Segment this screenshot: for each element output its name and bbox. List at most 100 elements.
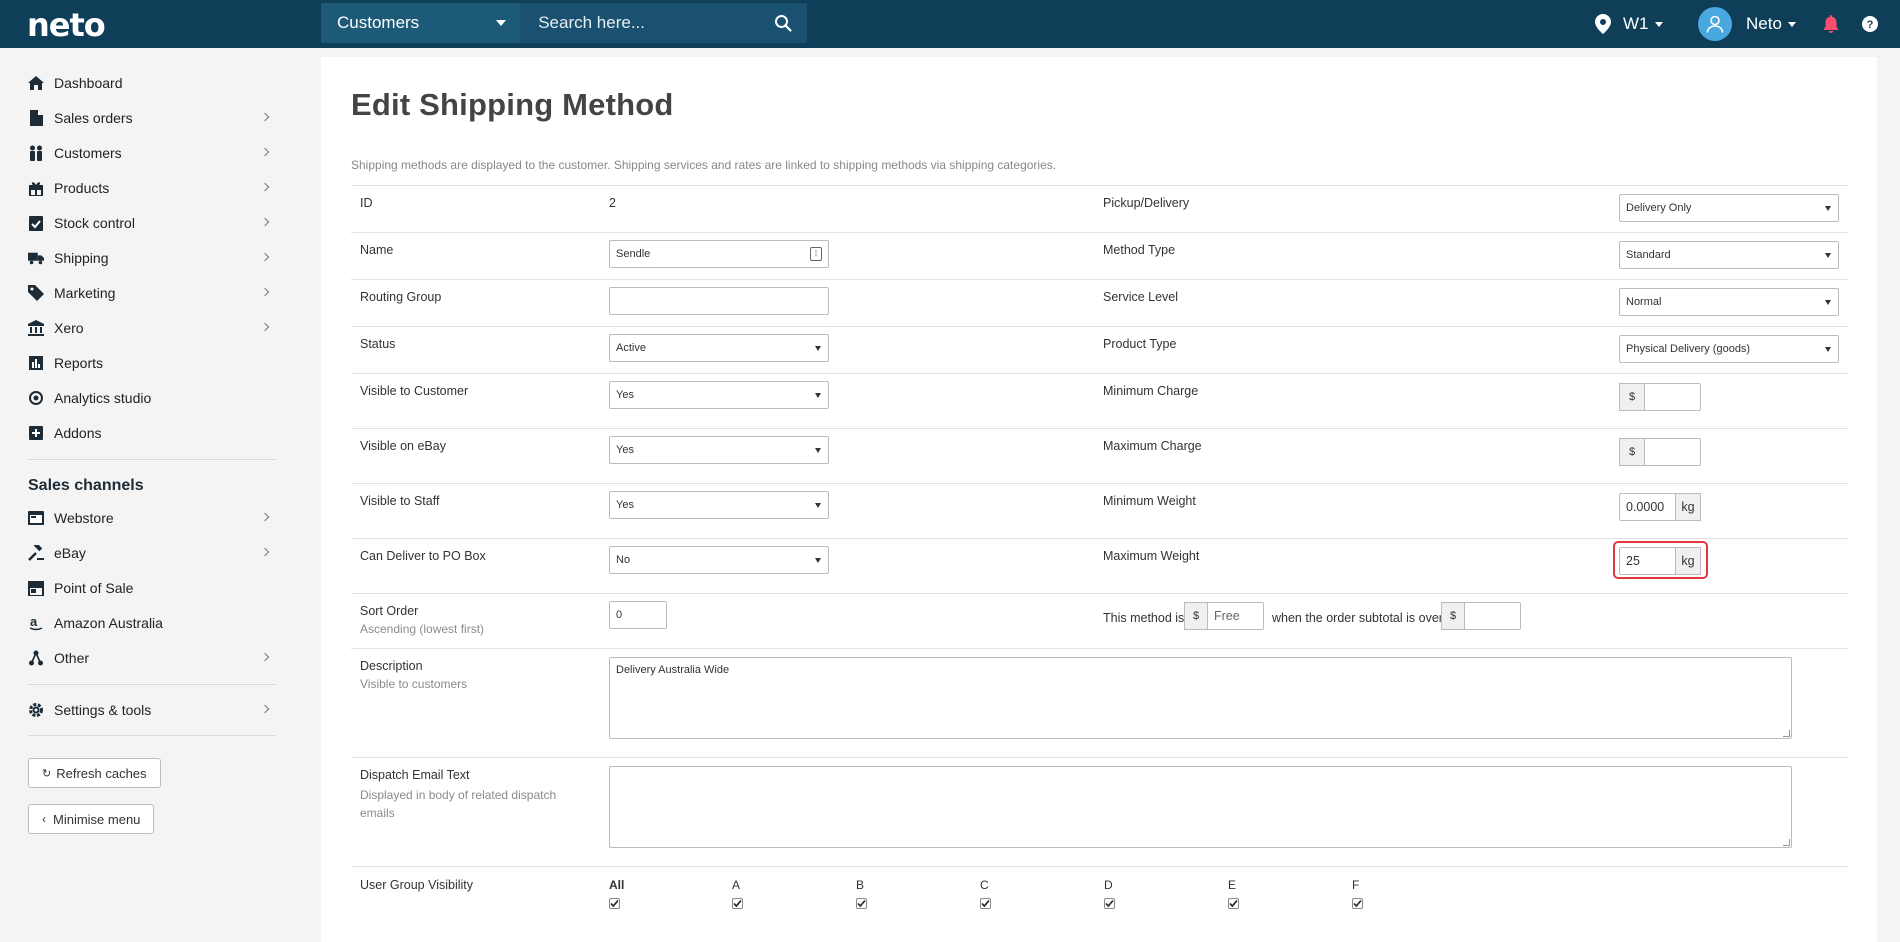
user-group-f-checkbox[interactable] xyxy=(1352,898,1363,909)
free-shipping-text-1: This method is xyxy=(1103,611,1185,625)
sidebar-divider xyxy=(28,459,276,460)
truck-icon xyxy=(28,250,44,266)
global-search: Customers xyxy=(321,3,807,43)
amazon-icon: a xyxy=(28,615,44,631)
currency-prefix: $ xyxy=(1619,438,1645,466)
sidebar-item-marketing[interactable]: Marketing xyxy=(28,279,276,307)
sidebar-item-stock-control[interactable]: Stock control xyxy=(28,209,276,237)
row-divider xyxy=(351,866,1848,867)
sidebar-item-sales-orders[interactable]: Sales orders xyxy=(28,104,276,132)
user-group-all-label: All xyxy=(609,878,625,892)
user-group-all-checkbox[interactable] xyxy=(609,898,620,909)
pickup-delivery-select[interactable]: Delivery Only xyxy=(1619,194,1839,222)
sidebar-item-products[interactable]: Products xyxy=(28,174,276,202)
sidebar-item-other[interactable]: Other xyxy=(28,644,276,672)
sidebar-item-addons[interactable]: Addons xyxy=(28,419,276,447)
visible-to-staff-select[interactable]: Yes xyxy=(609,491,829,519)
sidebar-item-customers[interactable]: Customers xyxy=(28,139,276,167)
dropdown-arrow-icon xyxy=(1825,300,1831,305)
service-level-label: Service Level xyxy=(1103,290,1179,304)
chevron-down-icon xyxy=(496,20,507,26)
weight-unit-suffix: kg xyxy=(1675,493,1701,521)
resize-handle-icon[interactable] xyxy=(1783,839,1790,846)
home-icon xyxy=(28,75,44,91)
po-box-select[interactable]: No xyxy=(609,546,829,574)
user-group-c-label: C xyxy=(980,878,989,892)
minimise-menu-button[interactable]: ‹ Minimise menu xyxy=(28,804,155,834)
dispatch-email-textarea[interactable] xyxy=(609,766,1792,848)
minimum-weight-input[interactable]: 0.0000 xyxy=(1619,493,1676,521)
user-group-b-checkbox[interactable] xyxy=(856,898,867,909)
maximum-weight-input[interactable]: 25 xyxy=(1619,547,1676,575)
sidebar: Dashboard Sales orders Customers Product… xyxy=(0,48,300,942)
minimum-charge-input[interactable] xyxy=(1644,383,1701,411)
description-label: Description xyxy=(360,659,423,673)
dispatch-email-hint: Displayed in body of related dispatch em… xyxy=(360,788,557,820)
maximum-weight-label: Maximum Weight xyxy=(1103,549,1200,563)
search-input[interactable] xyxy=(520,3,760,43)
search-category-dropdown[interactable]: Customers xyxy=(321,3,521,43)
bell-icon xyxy=(1824,15,1838,33)
order-subtotal-input[interactable] xyxy=(1464,602,1521,630)
sidebar-item-amazon-australia[interactable]: a Amazon Australia xyxy=(28,609,276,637)
sidebar-item-reports[interactable]: Reports xyxy=(28,349,276,377)
row-divider xyxy=(351,279,1848,280)
page-title: Edit Shipping Method xyxy=(351,87,674,122)
dropdown-arrow-icon xyxy=(815,346,821,351)
help-icon: ? xyxy=(1862,16,1878,32)
sidebar-item-webstore[interactable]: Webstore xyxy=(28,504,276,532)
resize-handle-icon[interactable] xyxy=(1783,730,1790,737)
row-divider xyxy=(351,593,1848,594)
svg-text:?: ? xyxy=(1867,19,1874,31)
sidebar-item-point-of-sale[interactable]: Point of Sale xyxy=(28,574,276,602)
visible-to-staff-label: Visible to Staff xyxy=(360,494,440,508)
sidebar-item-xero[interactable]: Xero xyxy=(28,314,276,342)
user-group-e-checkbox[interactable] xyxy=(1228,898,1239,909)
chevron-right-icon xyxy=(260,112,270,122)
sidebar-item-dashboard[interactable]: Dashboard xyxy=(28,69,276,97)
free-threshold-input[interactable]: Free xyxy=(1207,602,1264,630)
search-category-label: Customers xyxy=(337,13,420,32)
chevron-down-icon xyxy=(1654,21,1663,27)
product-type-select[interactable]: Physical Delivery (goods) xyxy=(1619,335,1839,363)
dispatch-email-label: Dispatch Email Text xyxy=(360,768,470,782)
minimum-charge-label: Minimum Charge xyxy=(1103,384,1199,398)
help-button[interactable]: ? xyxy=(1862,0,1878,48)
sidebar-item-ebay[interactable]: eBay xyxy=(28,539,276,567)
dropdown-arrow-icon xyxy=(815,393,821,398)
maximum-charge-input[interactable] xyxy=(1644,438,1701,466)
visible-to-customer-select[interactable]: Yes xyxy=(609,381,829,409)
dropdown-arrow-icon xyxy=(815,503,821,508)
map-pin-icon xyxy=(1595,14,1611,34)
notifications-button[interactable] xyxy=(1823,0,1839,48)
refresh-caches-button[interactable]: ↻ Refresh caches xyxy=(28,758,161,788)
name-input[interactable]: Sendle ⁞ xyxy=(609,240,829,268)
sidebar-item-shipping[interactable]: Shipping xyxy=(28,244,276,272)
routing-group-input[interactable] xyxy=(609,287,829,315)
search-button[interactable] xyxy=(759,3,807,43)
chevron-right-icon xyxy=(260,652,270,662)
po-box-label: Can Deliver to PO Box xyxy=(360,549,486,563)
location-selector[interactable]: W1 xyxy=(1595,0,1663,48)
method-type-select[interactable]: Standard xyxy=(1619,241,1839,269)
user-group-d-checkbox[interactable] xyxy=(1104,898,1115,909)
maximum-charge-label: Maximum Charge xyxy=(1103,439,1202,453)
bank-icon xyxy=(28,320,44,336)
user-group-e-label: E xyxy=(1228,878,1237,892)
user-group-b-label: B xyxy=(856,878,865,892)
sort-order-input[interactable]: 0 xyxy=(609,601,667,629)
neto-logo[interactable]: neto xyxy=(27,6,106,44)
user-group-c-checkbox[interactable] xyxy=(980,898,991,909)
password-manager-icon[interactable]: ⁞ xyxy=(810,247,822,261)
sidebar-item-settings-tools[interactable]: Settings & tools xyxy=(28,696,276,724)
visible-on-ebay-select[interactable]: Yes xyxy=(609,436,829,464)
status-select[interactable]: Active xyxy=(609,334,829,362)
sidebar-item-analytics-studio[interactable]: Analytics studio xyxy=(28,384,276,412)
user-menu[interactable]: Neto xyxy=(1698,0,1796,48)
id-label: ID xyxy=(360,196,373,210)
free-shipping-text-2: when the order subtotal is over xyxy=(1272,611,1443,625)
status-label: Status xyxy=(360,337,396,351)
service-level-select[interactable]: Normal xyxy=(1619,288,1839,316)
user-group-a-checkbox[interactable] xyxy=(732,898,743,909)
description-textarea[interactable]: Delivery Australia Wide xyxy=(609,657,1792,739)
